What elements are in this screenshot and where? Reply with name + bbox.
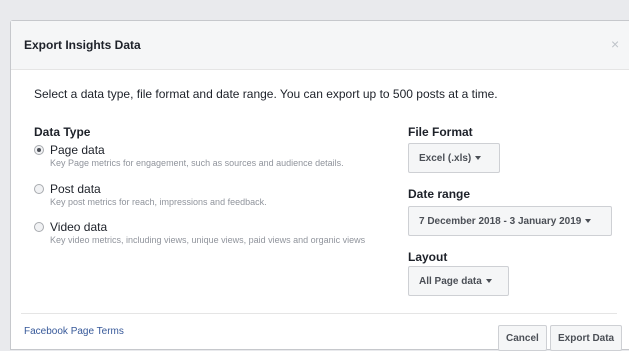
footer-divider — [21, 313, 617, 314]
radio-desc-video-data: Key video metrics, including views, uniq… — [50, 235, 366, 245]
layout-dropdown[interactable]: All Page data — [408, 266, 509, 296]
date-range-value: 7 December 2018 - 3 January 2019 — [419, 215, 582, 227]
export-data-button[interactable]: Export Data — [550, 325, 623, 351]
radio-label-post-data[interactable]: Post data — [50, 182, 101, 196]
radio-desc-post-data: Key post metrics for reach, impressions … — [50, 197, 267, 207]
radio-desc-page-data: Key Page metrics for engagement, such as… — [50, 158, 344, 168]
radio-label-video-data[interactable]: Video data — [50, 220, 107, 234]
export-insights-dialog: Export Insights Data × Select a data typ… — [10, 20, 629, 351]
radio-label-page-data[interactable]: Page data — [50, 143, 105, 157]
radio-button-video-data[interactable] — [34, 222, 44, 232]
dialog-intro-text: Select a data type, file format and date… — [34, 87, 498, 101]
dialog-title: Export Insights Data — [24, 38, 141, 52]
date-range-label: Date range — [408, 187, 471, 201]
data-type-label: Data Type — [34, 125, 91, 139]
layout-label: Layout — [408, 250, 448, 264]
radio-button-page-data[interactable] — [34, 145, 44, 155]
caret-down-icon — [585, 219, 592, 223]
date-range-dropdown[interactable]: 7 December 2018 - 3 January 2019 — [408, 206, 612, 236]
caret-down-icon — [485, 279, 492, 283]
radio-button-post-data[interactable] — [34, 184, 44, 194]
file-format-dropdown[interactable]: Excel (.xls) — [408, 143, 500, 173]
facebook-page-terms-link[interactable]: Facebook Page Terms — [24, 326, 124, 337]
close-icon[interactable]: × — [611, 37, 619, 51]
cancel-button[interactable]: Cancel — [498, 325, 547, 351]
file-format-value: Excel (.xls) — [419, 152, 472, 164]
file-format-label: File Format — [408, 125, 473, 139]
dialog-header: Export Insights Data × — [11, 21, 629, 70]
layout-value: All Page data — [419, 275, 482, 287]
caret-down-icon — [475, 156, 482, 160]
page-backdrop — [0, 0, 629, 20]
